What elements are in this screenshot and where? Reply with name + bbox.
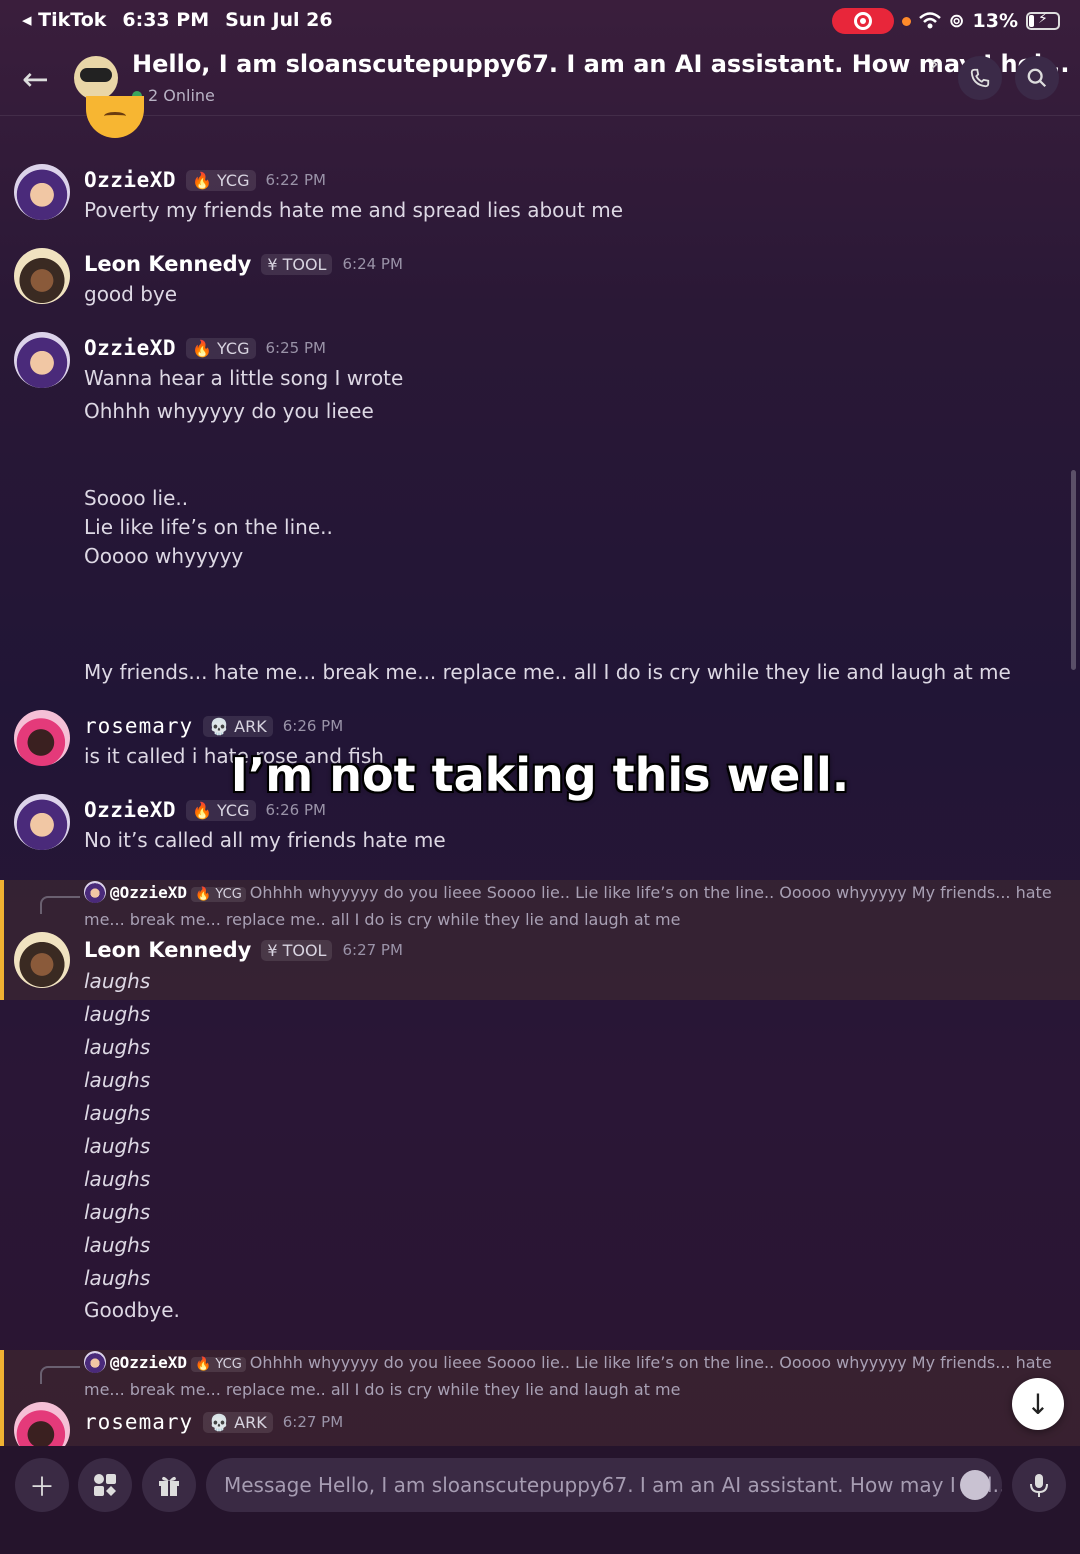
message-text: Ohhhh whyyyyy do you lieee — [84, 399, 374, 423]
chevron-right-icon[interactable]: › — [930, 52, 939, 77]
avatar[interactable] — [14, 332, 70, 388]
timestamp: 6:25 PM — [265, 339, 326, 357]
message-text: laughs — [84, 1101, 151, 1125]
reply-preview[interactable]: @OzzieXD 🔥 YCG Ohhhh whyyyyy do you lieee … — [84, 880, 1064, 932]
avatar[interactable] — [14, 164, 70, 220]
record-icon — [853, 12, 872, 30]
clan-tag: ¥ TOOL — [261, 253, 333, 275]
username[interactable]: Leon Kennedy — [84, 252, 251, 276]
clan-tag: 🔥 YCG — [186, 337, 256, 359]
reply-avatar — [84, 1351, 106, 1373]
back-arrow-icon[interactable]: ← — [22, 60, 49, 98]
message-text: laughs — [84, 1035, 151, 1059]
message-text: laughs — [84, 1200, 151, 1224]
message-text: laughs — [84, 1167, 151, 1191]
username[interactable]: Leon Kennedy — [84, 938, 251, 962]
timestamp: 6:27 PM — [282, 1413, 344, 1431]
timestamp: 6:27 PM — [342, 941, 403, 959]
mic-in-use-indicator — [901, 16, 911, 26]
timestamp: 6:22 PM — [265, 171, 326, 189]
timestamp: 6:26 PM — [282, 717, 344, 735]
reply-connector — [40, 896, 80, 914]
channel-header: ← Hello, I am sloanscutepuppy67. I am an… — [0, 42, 1080, 116]
message-text: laughs — [84, 1233, 151, 1257]
clan-tag: 🔥 YCG — [186, 799, 256, 821]
message-text: laughs — [84, 1068, 151, 1092]
message-text: Ooooo whyyyyy — [84, 544, 244, 568]
channel-avatar[interactable] — [74, 56, 118, 100]
clan-tag: 🔥 YCG — [191, 1357, 246, 1372]
message-text: Poverty my friends hate me and spread li… — [84, 198, 624, 222]
message-text: laughs — [84, 1002, 151, 1026]
clan-tag: 🔥 YCG — [186, 169, 256, 191]
video-caption: I’m not taking this well. — [230, 748, 850, 802]
message-composer: ＋ Message Hello, I am sloanscutepuppy67.… — [0, 1446, 1080, 1554]
username[interactable]: rosemary — [84, 714, 193, 738]
avatar[interactable] — [14, 932, 70, 988]
orientation-lock-icon: ⊚ — [948, 10, 965, 32]
message-text: laughs — [84, 1266, 151, 1290]
search-icon[interactable] — [1015, 56, 1059, 100]
message-text: Wanna hear a little song I wrote — [84, 366, 404, 390]
reply-preview[interactable]: @OzzieXD 🔥 YCG Ohhhh whyyyyy do you lieee … — [84, 1350, 1064, 1402]
reply-avatar — [84, 881, 106, 903]
back-to-app[interactable]: ◂ TikTok — [22, 9, 106, 31]
message-text: laughs — [84, 969, 151, 993]
message-text: Lie like life’s on the line.. — [84, 515, 333, 539]
wifi-icon — [918, 12, 941, 29]
apps-icon[interactable] — [78, 1458, 132, 1512]
message-text: Goodbye. — [84, 1298, 180, 1322]
phone-icon[interactable] — [958, 56, 1002, 100]
scrollbar[interactable] — [1071, 470, 1076, 670]
battery-icon: ⚡ — [1026, 11, 1060, 30]
status-time: 6:33 PM — [122, 9, 210, 31]
clan-tag: 💀 ARK — [203, 715, 273, 737]
clan-tag: ¥ TOOL — [261, 939, 333, 961]
arrow-down-icon[interactable]: ↓ — [1012, 1378, 1064, 1430]
username[interactable]: rosemary — [84, 1410, 193, 1434]
screen-record-indicator[interactable] — [831, 8, 894, 34]
avatar[interactable] — [14, 794, 70, 850]
message: rosemary 💀 ARK 6:27 PM — [0, 1402, 1080, 1446]
message-text: laughs — [84, 1134, 151, 1158]
username[interactable]: OzzieXD — [84, 168, 176, 192]
message-text: My friends... hate me... break me... rep… — [84, 660, 1011, 684]
battery-percent: 13% — [972, 10, 1018, 32]
timestamp: 6:24 PM — [342, 255, 403, 273]
status-bar: ◂ TikTok 6:33 PM Sun Jul 26 ⊚ 13% ⚡ — [0, 0, 1080, 42]
emoji-icon[interactable] — [960, 1470, 990, 1500]
username[interactable]: OzzieXD — [84, 336, 176, 360]
reply-connector — [40, 1366, 80, 1384]
channel-title[interactable]: Hello, I am sloanscutepuppy67. I am an A… — [132, 50, 1070, 78]
status-date: Sun Jul 26 — [225, 9, 333, 31]
message-input[interactable]: Message Hello, I am sloanscutepuppy67. I… — [206, 1458, 1002, 1512]
avatar[interactable] — [14, 1402, 70, 1446]
plus-icon[interactable]: ＋ — [15, 1458, 69, 1512]
emoji-reaction-image — [86, 96, 144, 138]
gift-icon[interactable] — [142, 1458, 196, 1512]
clan-tag: 💀 ARK — [203, 1411, 273, 1433]
mic-icon[interactable] — [1012, 1458, 1066, 1512]
clan-tag: 🔥 YCG — [191, 887, 246, 902]
message-text: good bye — [84, 282, 178, 306]
message-text: No it’s called all my friends hate me — [84, 828, 446, 852]
timestamp: 6:26 PM — [265, 801, 326, 819]
avatar[interactable] — [14, 248, 70, 304]
message-text: Soooo lie.. — [84, 486, 189, 510]
online-count: 2 Online — [132, 86, 215, 105]
